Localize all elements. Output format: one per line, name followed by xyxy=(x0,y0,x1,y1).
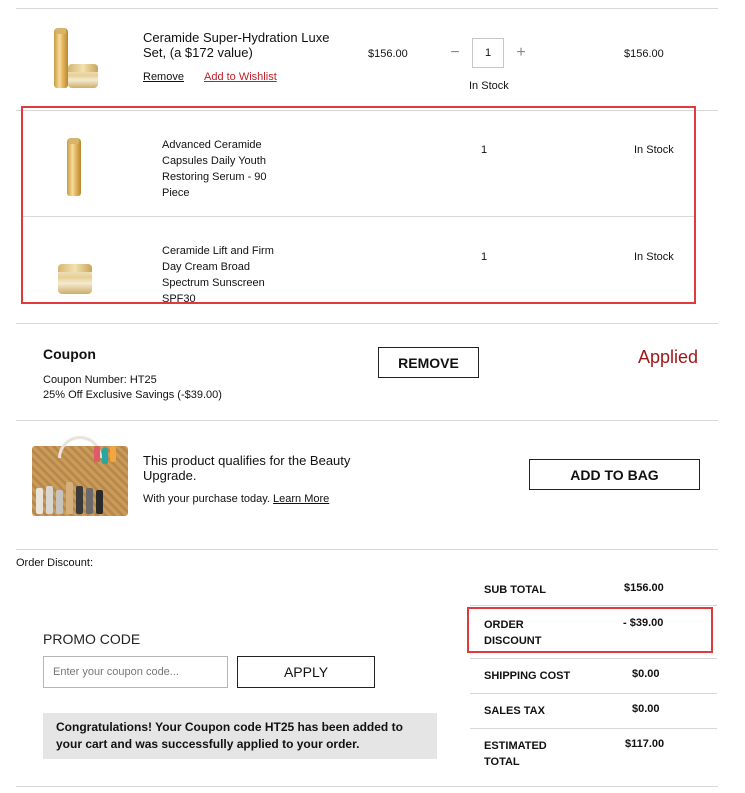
coupon-success-message: Congratulations! Your Coupon code HT25 h… xyxy=(43,713,437,759)
top-divider xyxy=(16,8,718,9)
shipping-label: SHIPPING COST xyxy=(484,670,571,682)
remove-coupon-button[interactable]: REMOVE xyxy=(378,347,479,378)
quantity-stepper: − 1 + xyxy=(448,38,528,68)
upgrade-text: This product qualifies for the Beauty Up… xyxy=(143,453,351,483)
discount-highlight-box xyxy=(467,607,713,653)
totals-divider xyxy=(470,728,717,729)
add-to-wishlist-link[interactable]: Add to Wishlist xyxy=(204,69,277,85)
product-price: $156.00 xyxy=(368,48,408,60)
highlight-box xyxy=(21,106,696,304)
upgrade-subtext: With your purchase today. Learn More xyxy=(143,491,329,507)
row-divider xyxy=(16,549,718,550)
product-image-set xyxy=(50,26,102,90)
row-divider xyxy=(16,420,718,421)
coupon-savings: 25% Off Exclusive Savings (-$39.00) xyxy=(43,389,222,401)
promo-code-input[interactable]: Enter your coupon code... xyxy=(43,656,228,688)
subtotal-value: $156.00 xyxy=(624,582,664,594)
increase-quantity-button[interactable]: + xyxy=(514,44,528,62)
order-discount-label: Order Discount: xyxy=(16,557,94,569)
totals-divider xyxy=(470,605,717,606)
coupon-heading: Coupon xyxy=(43,346,96,362)
sales-tax-value: $0.00 xyxy=(632,703,660,715)
upgrade-subtext-label: With your purchase today. xyxy=(143,493,270,505)
add-to-bag-button[interactable]: ADD TO BAG xyxy=(529,459,700,490)
totals-divider xyxy=(470,658,717,659)
stock-status: In Stock xyxy=(469,80,509,92)
line-total: $156.00 xyxy=(624,48,664,60)
learn-more-link[interactable]: Learn More xyxy=(273,493,329,505)
sales-tax-label: SALES TAX xyxy=(484,705,545,717)
estimated-total-value: $117.00 xyxy=(625,738,665,750)
decrease-quantity-button[interactable]: − xyxy=(448,44,462,62)
subtotal-label: SUB TOTAL xyxy=(484,584,546,596)
bottom-divider xyxy=(16,786,718,787)
shipping-value: $0.00 xyxy=(632,668,660,680)
product-name[interactable]: Ceramide Super-Hydration Luxe Set, (a $1… xyxy=(143,30,338,60)
apply-promo-button[interactable]: APPLY xyxy=(237,656,375,688)
coupon-status: Applied xyxy=(638,347,699,367)
coupon-number: Coupon Number: HT25 xyxy=(43,374,157,386)
quantity-field[interactable]: 1 xyxy=(472,38,504,68)
remove-link[interactable]: Remove xyxy=(143,69,184,85)
estimated-total-label: ESTIMATED TOTAL xyxy=(484,740,547,768)
row-divider xyxy=(16,323,718,324)
beauty-upgrade-bag-image xyxy=(28,436,128,516)
promo-code-heading: PROMO CODE xyxy=(43,631,141,647)
totals-divider xyxy=(470,693,717,694)
